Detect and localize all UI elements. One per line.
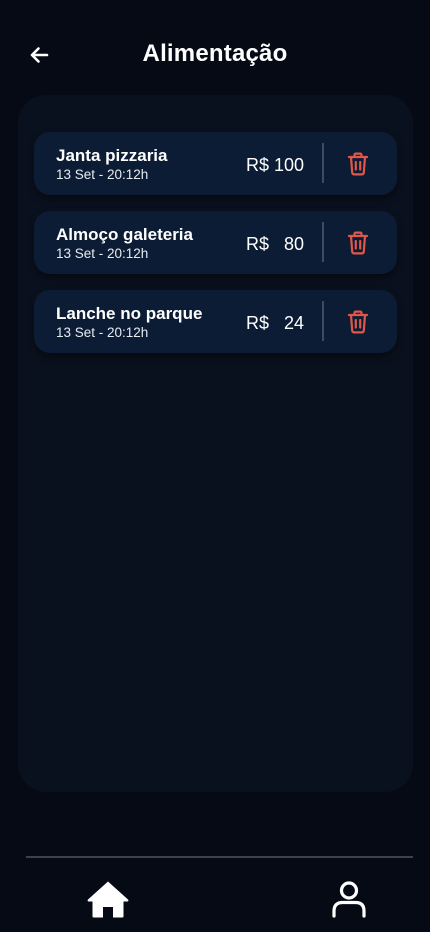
nav-home-button[interactable] <box>84 876 132 922</box>
trash-icon <box>347 310 369 334</box>
nav-profile-button[interactable] <box>326 876 372 922</box>
home-icon <box>87 881 129 918</box>
expense-amount: 24 <box>283 313 304 333</box>
delete-button[interactable] <box>341 147 375 181</box>
trash-icon <box>347 231 369 255</box>
expense-card[interactable]: Almoço galeteria 13 Set - 20:12h R$ 80 <box>34 211 397 274</box>
expense-list-panel: Janta pizzaria 13 Set - 20:12h R$ 100 Al… <box>18 95 413 792</box>
expense-date: 13 Set - 20:12h <box>56 246 149 261</box>
expense-currency: R$ <box>246 155 270 175</box>
expense-amount: 80 <box>283 234 304 254</box>
page-title: Alimentação <box>142 40 288 67</box>
bottom-nav-divider <box>26 856 413 858</box>
card-divider <box>322 222 324 262</box>
expense-name: Lanche no parque <box>56 304 203 323</box>
expense-currency: R$ <box>246 234 270 254</box>
expense-currency: R$ <box>246 313 270 333</box>
expense-card[interactable]: Janta pizzaria 13 Set - 20:12h R$ 100 <box>34 132 397 195</box>
trash-icon <box>347 152 369 176</box>
delete-button[interactable] <box>341 226 375 260</box>
expense-name: Almoço galeteria <box>56 225 193 244</box>
card-divider <box>322 301 324 341</box>
expense-date: 13 Set - 20:12h <box>56 325 149 340</box>
expense-name: Janta pizzaria <box>56 146 168 165</box>
expense-amount: 100 <box>273 155 304 175</box>
expense-date: 13 Set - 20:12h <box>56 167 149 182</box>
expense-card[interactable]: Lanche no parque 13 Set - 20:12h R$ 24 <box>34 290 397 353</box>
header: Alimentação <box>0 0 430 108</box>
card-divider <box>322 143 324 183</box>
delete-button[interactable] <box>341 305 375 339</box>
user-icon <box>332 881 366 918</box>
